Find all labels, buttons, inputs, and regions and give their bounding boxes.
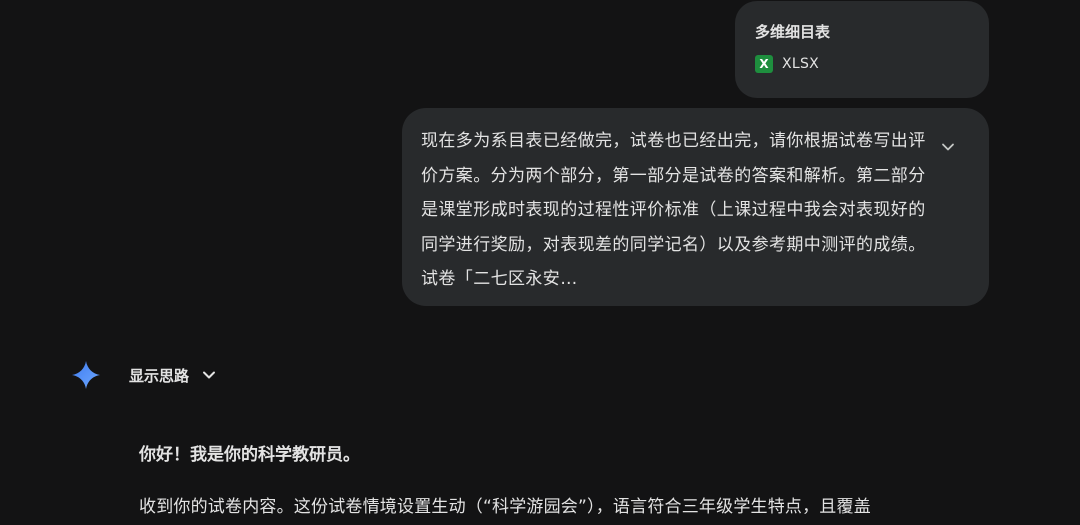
attachment-card[interactable]: 多维细目表 X XLSX [735, 1, 989, 98]
chat-page: 多维细目表 X XLSX 现在多为系目表已经做完，试卷也已经出完，请你根据试卷写… [0, 0, 1080, 525]
attachment-file-name: 多维细目表 [755, 23, 831, 41]
assistant-response: 你好！我是你的科学教研员。 收到你的试卷内容。这份试卷情境设置生动（“科学游园会… [139, 438, 1039, 524]
expand-message-button[interactable] [937, 136, 959, 158]
show-thinking-toggle[interactable]: 显示思路 [129, 363, 218, 387]
show-thinking-label: 显示思路 [129, 366, 190, 385]
chevron-down-icon [942, 143, 954, 151]
attachment-file-type: XLSX [782, 56, 820, 72]
attachment-type-row: X XLSX [755, 55, 969, 73]
user-message-bubble: 现在多为系目表已经做完，试卷也已经出完，请你根据试卷写出评价方案。分为两个部分，… [402, 108, 989, 306]
excel-file-icon: X [755, 55, 773, 73]
gemini-sparkle-icon [72, 361, 100, 389]
user-message-text: 现在多为系目表已经做完，试卷也已经出完，请你根据试卷写出评价方案。分为两个部分，… [421, 131, 926, 289]
chevron-down-icon [200, 366, 218, 384]
response-paragraph: 你好！我是你的科学教研员。 [139, 445, 360, 465]
response-paragraph: 收到你的试卷内容。这份试卷情境设置生动（“科学游园会”），语言符合三年级学生特点… [139, 497, 871, 517]
